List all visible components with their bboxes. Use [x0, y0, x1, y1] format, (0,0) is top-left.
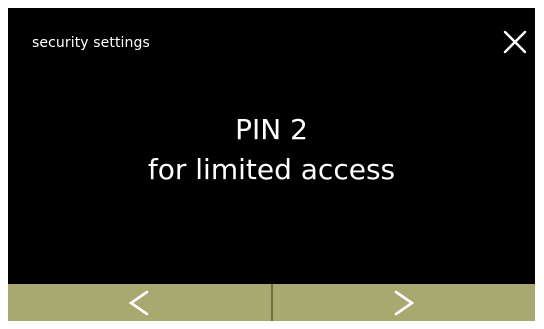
pin-description: for limited access	[147, 153, 396, 186]
back-button[interactable]	[8, 284, 271, 321]
page-title: security settings	[32, 35, 150, 51]
chevron-right-icon	[394, 290, 415, 315]
pin-title: PIN 2	[235, 113, 308, 146]
footer-navigation	[8, 284, 535, 321]
chevron-left-icon	[128, 290, 149, 315]
pin-message: PIN 2 for limited access	[8, 110, 535, 190]
close-button[interactable]	[501, 28, 529, 56]
screen: security settings PIN 2 for limited acce…	[8, 8, 535, 321]
close-icon	[503, 30, 527, 54]
next-button[interactable]	[272, 284, 535, 321]
